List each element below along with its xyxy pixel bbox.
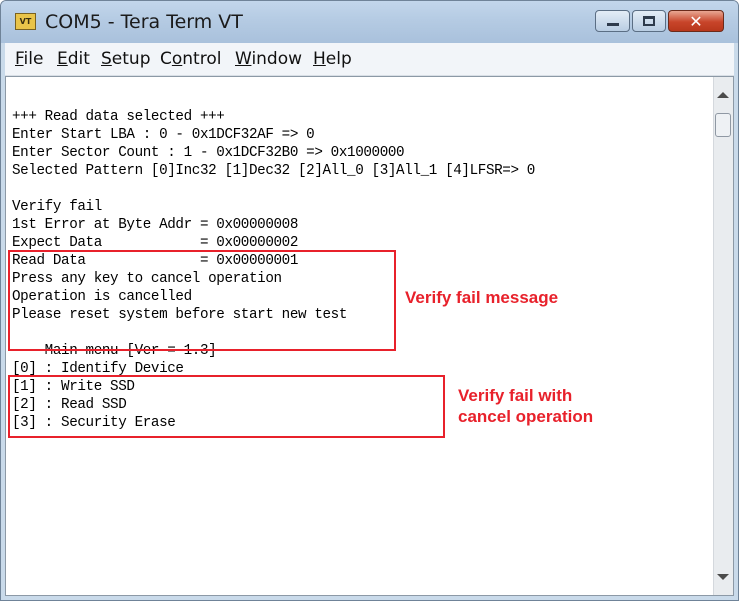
scroll-thumb[interactable] bbox=[715, 113, 731, 137]
cancel-annotation-line1: Verify fail with bbox=[458, 386, 573, 405]
verify-fail-annotation: Verify fail message bbox=[405, 288, 559, 307]
app-icon[interactable]: VT bbox=[15, 13, 36, 30]
terminal-line: Enter Sector Count : 1 - 0x1DCF32B0 => 0… bbox=[12, 144, 405, 161]
close-icon: ✕ bbox=[689, 11, 703, 31]
menu-control-prefix: C bbox=[160, 49, 172, 69]
close-button[interactable]: ✕ bbox=[668, 10, 724, 32]
scroll-up-icon[interactable] bbox=[717, 92, 729, 98]
terminal-line: +++ Read data selected +++ bbox=[12, 108, 225, 125]
menu-setup-hotkey: S bbox=[101, 49, 112, 69]
menu-control[interactable]: Control bbox=[160, 49, 221, 69]
cancel-annotation-line2: cancel operation bbox=[458, 407, 594, 426]
app-icon-text: VT bbox=[19, 16, 32, 26]
tera-term-window: VT COM5 - Tera Term VT ✕ File Edit Setup… bbox=[0, 0, 739, 601]
menu-bar: File Edit Setup Control Window Help bbox=[5, 43, 734, 76]
menu-help-hotkey: H bbox=[313, 49, 326, 69]
menu-window-rest: indow bbox=[251, 49, 303, 69]
menu-file-rest: ile bbox=[23, 49, 44, 69]
menu-edit[interactable]: Edit bbox=[57, 49, 90, 69]
menu-help-rest: elp bbox=[325, 49, 352, 69]
window-title: COM5 - Tera Term VT bbox=[45, 11, 243, 33]
cancel-operation-highlight-box bbox=[8, 375, 445, 438]
menu-control-rest: ntrol bbox=[182, 49, 222, 69]
menu-edit-hotkey: E bbox=[57, 49, 68, 69]
menu-help[interactable]: Help bbox=[313, 49, 352, 69]
terminal-line: Enter Start LBA : 0 - 0x1DCF32AF => 0 bbox=[12, 126, 315, 143]
maximize-button[interactable] bbox=[632, 10, 666, 32]
title-bar[interactable]: VT COM5 - Tera Term VT ✕ bbox=[1, 1, 738, 43]
terminal-line: 1st Error at Byte Addr = 0x00000008 bbox=[12, 216, 299, 233]
menu-edit-rest: dit bbox=[67, 49, 90, 69]
menu-control-hotkey: o bbox=[171, 49, 183, 69]
menu-window-hotkey: W bbox=[235, 49, 252, 69]
maximize-icon bbox=[643, 16, 655, 26]
menu-window[interactable]: Window bbox=[235, 49, 302, 69]
menu-setup-rest: etup bbox=[111, 49, 151, 69]
scroll-down-icon[interactable] bbox=[717, 574, 729, 580]
vertical-scrollbar[interactable] bbox=[713, 77, 733, 595]
verify-fail-highlight-box bbox=[8, 250, 396, 351]
terminal-line: Verify fail bbox=[12, 198, 102, 215]
menu-file-hotkey: F bbox=[15, 49, 24, 69]
terminal-line: Selected Pattern [0]Inc32 [1]Dec32 [2]Al… bbox=[12, 162, 535, 179]
minimize-icon bbox=[607, 23, 619, 26]
minimize-button[interactable] bbox=[595, 10, 630, 32]
menu-setup[interactable]: Setup bbox=[101, 49, 151, 69]
menu-file[interactable]: File bbox=[15, 49, 43, 69]
